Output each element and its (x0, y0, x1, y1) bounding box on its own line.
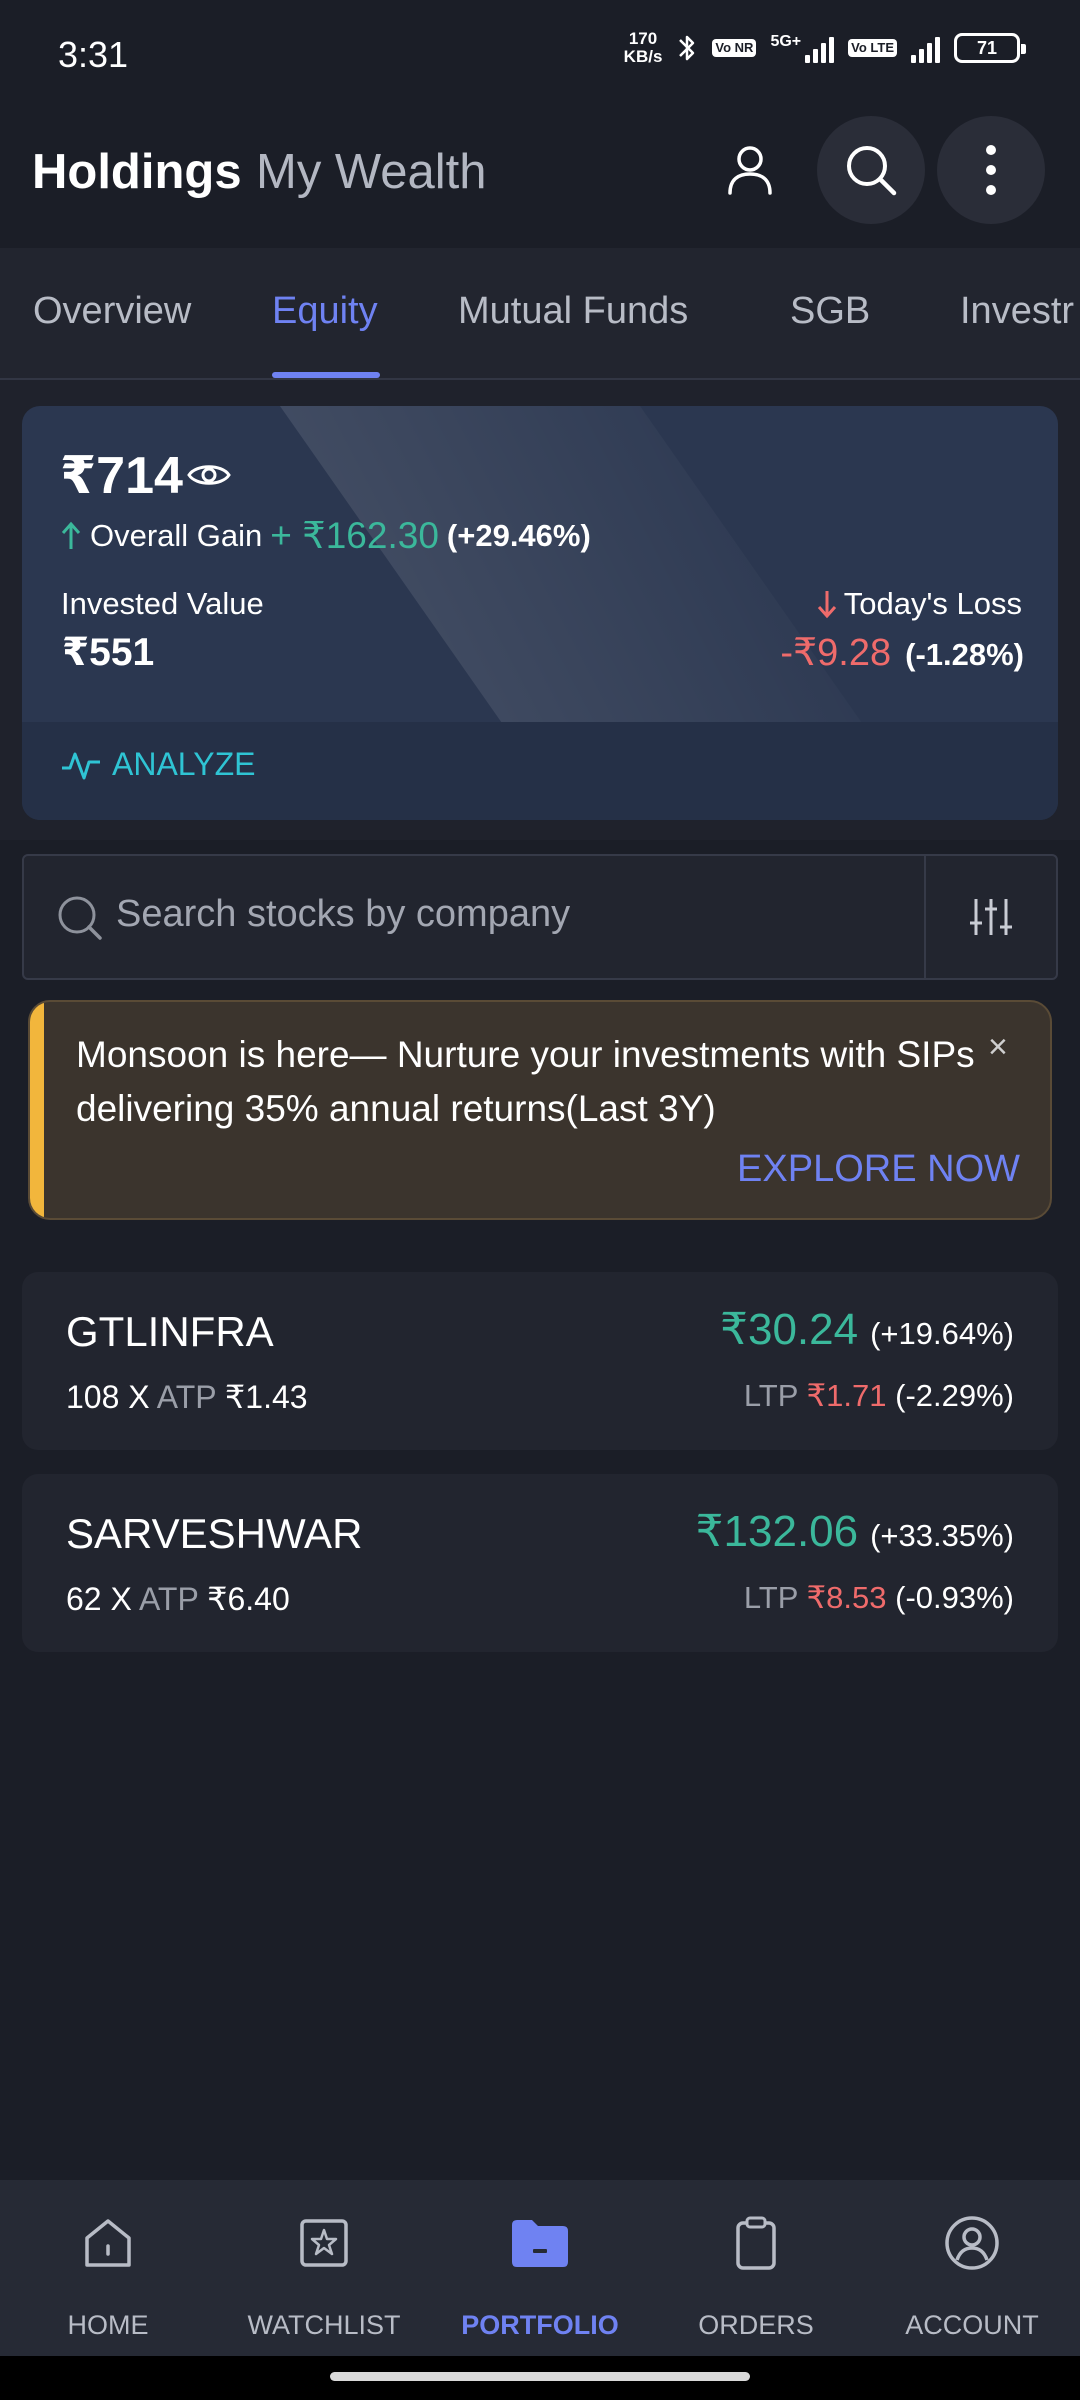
account-icon (944, 2208, 1000, 2278)
todays-loss-values: -₹9.28 (-1.28%) (780, 630, 1024, 675)
tab-equity[interactable]: Equity (272, 290, 378, 333)
nav-watchlist[interactable]: WATCHLIST (216, 2200, 432, 2350)
card-decoration (279, 406, 865, 726)
holding-symbol: SARVESHWAR (66, 1510, 363, 1557)
nav-home[interactable]: HOME (0, 2200, 216, 2350)
active-tab-indicator (272, 372, 380, 378)
explore-now-button[interactable]: EXPLORE NOW (30, 1148, 1020, 1191)
holding-gain-amount: ₹30.24 (720, 1305, 859, 1354)
nav-account-label: ACCOUNT (905, 2310, 1039, 2340)
nav-orders[interactable]: ORDERS (648, 2200, 864, 2350)
holding-quantity: 62 X (66, 1581, 132, 1617)
analyze-button[interactable]: ANALYZE (60, 746, 255, 783)
holding-quantity-atp: 108 X ATP ₹1.43 (66, 1378, 308, 1416)
holding-gain-percent: (+33.35%) (870, 1518, 1014, 1553)
pulse-icon (62, 752, 100, 779)
search-placeholder: Search stocks by company (116, 893, 571, 935)
user-icon (728, 146, 772, 195)
my-wealth-link[interactable]: My Wealth (256, 144, 487, 200)
battery-level: 71 (976, 37, 998, 58)
todays-loss-row: Today's Loss (816, 586, 1022, 622)
home-indicator[interactable] (330, 2372, 750, 2381)
close-icon[interactable]: × (988, 1028, 1008, 1067)
promo-banner[interactable]: Monsoon is here— Nurture your investment… (28, 1000, 1052, 1220)
search-field-icon (56, 894, 102, 945)
tab-investments[interactable]: Investr (960, 290, 1074, 333)
analyze-label: ANALYZE (112, 746, 256, 782)
status-icons: 170 KB/s Vo NR 5G+ Vo LTE 71 (624, 30, 1026, 66)
current-value: ₹714 (60, 447, 183, 505)
atp-label: ATP (156, 1379, 217, 1415)
overall-gain-label: Overall Gain (90, 517, 263, 553)
nav-orders-label: ORDERS (698, 2310, 814, 2340)
network-speed: 170 KB/s (624, 30, 663, 66)
search-icon (847, 146, 897, 196)
orders-icon (733, 2208, 779, 2278)
todays-loss-percent: (-1.28%) (905, 637, 1024, 672)
nav-portfolio-label: PORTFOLIO (461, 2310, 619, 2340)
ltp-label: LTP (743, 1378, 798, 1413)
invested-value-label: Invested Value (61, 586, 264, 621)
more-vertical-icon (986, 145, 996, 195)
ltp-label: LTP (743, 1580, 798, 1615)
holding-ltp: LTP ₹8.53 (-0.93%) (744, 1580, 1014, 1616)
tab-overview[interactable]: Overview (33, 290, 191, 333)
filter-button[interactable] (926, 856, 1056, 978)
holding-gain-amount: ₹132.06 (695, 1507, 859, 1556)
holding-gain-percent: (+19.64%) (870, 1316, 1014, 1351)
holding-ltp: LTP ₹1.71 (-2.29%) (744, 1378, 1014, 1414)
sliders-icon (970, 899, 1012, 935)
sim1-volte-badge: Vo NR (712, 39, 757, 57)
holding-quantity: 108 X (66, 1379, 150, 1415)
search-button[interactable] (817, 116, 925, 224)
tab-sgb[interactable]: SGB (790, 290, 870, 333)
todays-loss-label: Today's Loss (843, 586, 1022, 621)
ltp-percent: (-2.29%) (895, 1378, 1014, 1413)
battery-icon: 71 (954, 33, 1026, 63)
tab-mutual-funds[interactable]: Mutual Funds (458, 290, 688, 333)
promo-message: Monsoon is here— Nurture your investment… (76, 1034, 975, 1129)
holding-quantity-atp: 62 X ATP ₹6.40 (66, 1580, 290, 1618)
nav-account[interactable]: ACCOUNT (864, 2200, 1080, 2350)
status-time: 3:31 (58, 34, 129, 75)
bluetooth-icon (679, 35, 695, 61)
atp-value: ₹1.43 (224, 1379, 308, 1415)
arrow-up-icon (61, 521, 81, 549)
holding-row[interactable]: SARVESHWAR 62 X ATP ₹6.40 ₹132.06 (+33.3… (22, 1474, 1058, 1652)
holding-gain: ₹132.06 (+33.35%) (696, 1506, 1014, 1557)
nav-home-label: HOME (67, 2310, 149, 2340)
profile-button[interactable] (696, 116, 804, 224)
watchlist-icon (297, 2208, 351, 2278)
home-icon (81, 2208, 135, 2278)
sim2-volte-badge: Vo LTE (848, 39, 897, 57)
overall-gain-amount: + ₹162.30 (270, 515, 439, 556)
todays-loss-amount: -₹9.28 (780, 632, 892, 674)
portfolio-icon (510, 2208, 570, 2278)
overall-gain-row: Overall Gain + ₹162.30 (+29.46%) (60, 514, 591, 557)
page-title: Holdings (32, 145, 242, 199)
network-speed-value: 170 (628, 29, 658, 48)
sim1-network-type: 5G+ (770, 33, 802, 50)
nav-watchlist-label: WATCHLIST (247, 2310, 401, 2340)
overall-gain-percent: (+29.46%) (446, 517, 591, 553)
invested-value: ₹551 (62, 631, 155, 674)
eye-icon[interactable] (186, 460, 232, 495)
ltp-value: ₹1.71 (806, 1378, 887, 1413)
network-speed-unit: KB/s (623, 47, 663, 66)
arrow-down-icon (817, 591, 836, 619)
atp-value: ₹6.40 (207, 1581, 290, 1617)
nav-portfolio[interactable]: PORTFOLIO (432, 2200, 648, 2350)
holding-gain: ₹30.24 (+19.64%) (720, 1304, 1014, 1355)
sim1-signal-icon (805, 33, 835, 63)
ltp-value: ₹8.53 (806, 1580, 887, 1615)
sim2-signal-icon (911, 33, 940, 63)
holding-symbol: GTLINFRA (66, 1308, 274, 1355)
ltp-percent: (-0.93%) (895, 1580, 1014, 1615)
more-options-button[interactable] (937, 116, 1045, 224)
atp-label: ATP (138, 1581, 199, 1617)
holding-row[interactable]: GTLINFRA 108 X ATP ₹1.43 ₹30.24 (+19.64%… (22, 1272, 1058, 1450)
